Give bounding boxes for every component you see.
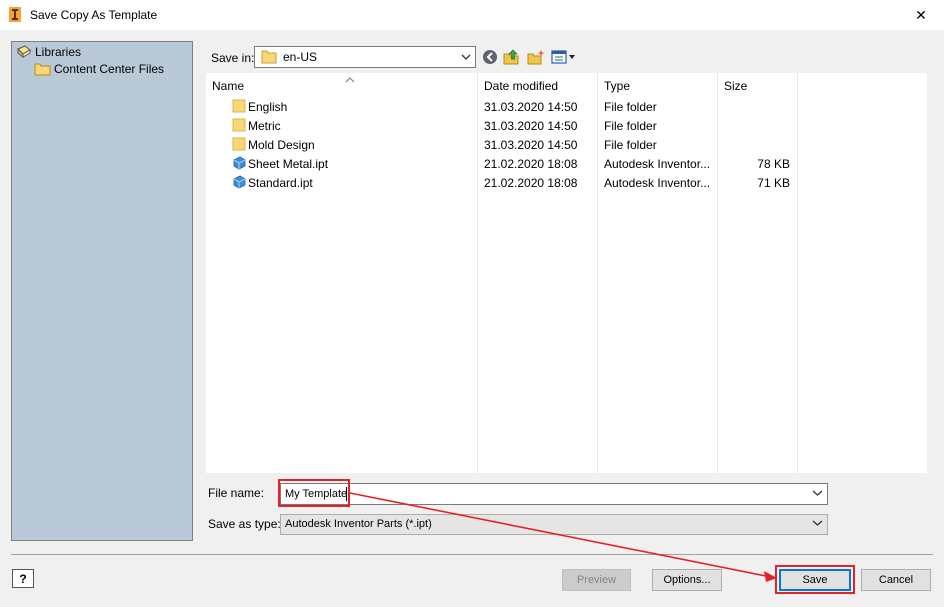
file-row[interactable]: Metric 31.03.2020 14:50 File folder <box>206 116 798 135</box>
help-button[interactable]: ? <box>12 569 34 588</box>
close-button[interactable]: ✕ <box>898 0 944 30</box>
sort-ascending-icon <box>345 77 355 83</box>
sidebar-item-libraries[interactable]: Libraries <box>16 44 81 60</box>
part-file-icon <box>233 175 246 189</box>
folder-icon <box>34 63 51 76</box>
view-menu-button[interactable] <box>550 47 578 67</box>
options-button[interactable]: Options... <box>652 569 722 591</box>
folder-icon <box>261 50 277 64</box>
close-icon: ✕ <box>915 6 927 23</box>
column-header-name[interactable]: Name <box>212 77 472 93</box>
inventor-app-icon <box>9 7 21 22</box>
column-header-size[interactable]: Size <box>724 79 747 93</box>
up-folder-icon <box>503 49 519 65</box>
file-name-annotation-box <box>278 479 350 507</box>
view-menu-icon <box>551 50 575 64</box>
chevron-down-icon[interactable] <box>812 488 823 498</box>
folder-icon <box>232 118 246 132</box>
cancel-button[interactable]: Cancel <box>861 569 931 591</box>
folder-icon <box>232 99 246 113</box>
places-sidebar: Libraries Content Center Files <box>11 41 193 541</box>
column-header-date-modified[interactable]: Date modified <box>484 79 558 93</box>
title-bar: Save Copy As Template ✕ <box>0 0 944 30</box>
file-name-label: File name: <box>208 486 265 500</box>
sidebar-item-content-center-files[interactable]: Content Center Files <box>34 62 164 76</box>
file-row[interactable]: Sheet Metal.ipt 21.02.2020 18:08 Autodes… <box>206 154 798 173</box>
file-row[interactable]: English 31.03.2020 14:50 File folder <box>206 97 798 116</box>
save-annotation-box <box>775 565 855 594</box>
chevron-down-icon[interactable] <box>812 518 823 528</box>
folder-icon <box>232 137 246 151</box>
back-button[interactable] <box>480 47 500 67</box>
save-as-type-value: Autodesk Inventor Parts (*.ipt) <box>285 518 432 530</box>
file-row[interactable]: Mold Design 31.03.2020 14:50 File folder <box>206 135 798 154</box>
save-in-dropdown[interactable]: en-US <box>254 46 476 68</box>
save-as-type-label: Save as type: <box>208 517 281 531</box>
save-in-label: Save in: <box>211 51 255 65</box>
chevron-down-icon <box>461 54 471 60</box>
footer-divider <box>11 554 933 555</box>
help-icon: ? <box>19 571 27 586</box>
window-title: Save Copy As Template <box>30 8 158 22</box>
new-folder-icon <box>527 50 545 65</box>
sidebar-item-label: Content Center Files <box>54 62 165 76</box>
file-name-input[interactable] <box>280 483 828 505</box>
sidebar-item-label: Libraries <box>35 45 82 59</box>
new-folder-button[interactable] <box>526 47 546 67</box>
library-icon <box>17 45 31 59</box>
file-list[interactable]: Name Date modified Type Size English 31.… <box>206 73 927 473</box>
column-header-type[interactable]: Type <box>604 79 630 93</box>
preview-button[interactable]: Preview <box>562 569 631 591</box>
save-in-value: en-US <box>283 50 318 64</box>
up-folder-button[interactable] <box>502 47 522 67</box>
part-file-icon <box>233 156 246 170</box>
back-icon <box>483 50 497 64</box>
file-row[interactable]: Standard.ipt 21.02.2020 18:08 Autodesk I… <box>206 173 798 192</box>
